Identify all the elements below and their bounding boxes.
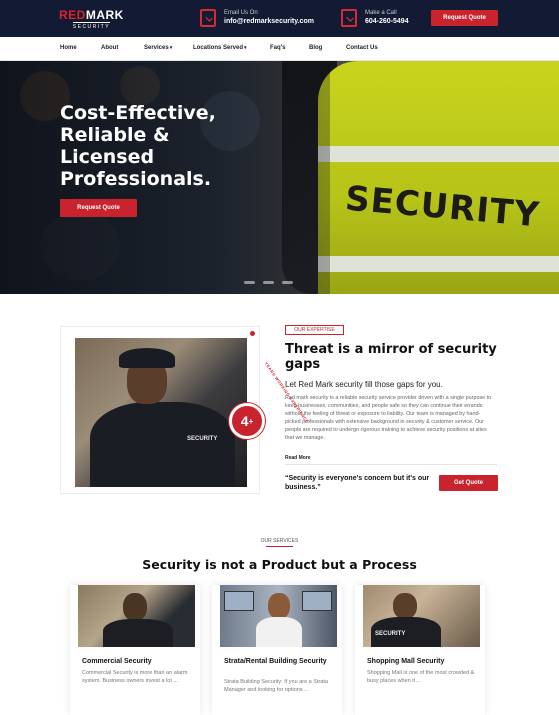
services-section: OUR SERVICES Security is not a Product b… — [0, 294, 559, 715]
nav-label: Home — [60, 45, 77, 51]
chevron-down-icon: ▾ — [244, 45, 247, 51]
brand-logo[interactable]: RED MARK SECURITY — [59, 9, 124, 30]
woman-body — [256, 617, 302, 647]
service-excerpt: Strata Building Security: If you are a S… — [224, 679, 328, 693]
nav-label: Blog — [309, 45, 323, 51]
service-image: SECURITY — [363, 585, 480, 647]
service-excerpt: Shopping Mall is one of the most crowded… — [367, 670, 475, 684]
guard-head — [393, 593, 417, 619]
logo-tagline: SECURITY — [72, 22, 111, 30]
phone-contact[interactable]: Make a Call 604-260-5494 — [341, 9, 409, 27]
service-image — [78, 585, 195, 647]
service-card-commercial[interactable]: Commercial Security Commercial Security … — [70, 585, 200, 715]
security-vest-image — [318, 61, 559, 294]
phone-icon — [341, 9, 357, 27]
nav-item-contact-us[interactable]: Contact Us — [346, 45, 378, 51]
nav-item-blog[interactable]: Blog — [309, 45, 322, 51]
phone-label: Make a Call — [365, 10, 397, 16]
service-excerpt: Commercial Security is more than an alar… — [82, 670, 188, 684]
hero-request-quote-button[interactable]: Request Quote — [60, 199, 137, 217]
service-title[interactable]: Strata/Rental Building Security — [224, 657, 334, 666]
nav-label: Locations Served — [193, 45, 244, 51]
woman-head — [268, 593, 290, 619]
service-image — [220, 585, 337, 647]
nav-label: Faq's — [270, 45, 286, 51]
header-request-quote-button[interactable]: Request Quote — [431, 10, 498, 26]
logo-mark-text: MARK — [85, 8, 124, 22]
nav-item-home[interactable]: Home — [60, 45, 77, 51]
nav-label: Services — [144, 45, 169, 51]
service-card-strata[interactable]: Strata/Rental Building Security Strata B… — [212, 585, 342, 715]
hero-banner: SECURITY Cost-Effective, Reliable & Lice… — [0, 61, 559, 294]
guard-jacket-text: SECURITY — [375, 631, 406, 637]
slider-dot[interactable] — [263, 281, 274, 284]
slider-dots — [244, 281, 293, 284]
main-navigation: Home About Services▾ Locations Served▾ F… — [0, 37, 559, 61]
top-header: RED MARK SECURITY Email Us On info@redmar… — [0, 0, 559, 37]
logo-red-text: RED — [59, 8, 86, 22]
service-title[interactable]: Shopping Mall Security — [367, 657, 477, 666]
vest-reflective-stripe — [318, 256, 559, 272]
eyebrow-underline — [266, 546, 293, 547]
nav-label: About — [101, 45, 119, 51]
guard-head — [123, 593, 147, 621]
guard-body — [103, 619, 173, 647]
phone-value[interactable]: 604-260-5494 — [365, 17, 409, 27]
email-contact[interactable]: Email Us On info@redmarksecurity.com — [200, 9, 314, 27]
monitor-screen — [302, 591, 332, 611]
nav-item-locations-served[interactable]: Locations Served▾ — [193, 45, 247, 51]
email-icon — [200, 9, 216, 27]
email-value[interactable]: info@redmarksecurity.com — [224, 17, 314, 27]
logo-wordmark: RED MARK — [59, 9, 124, 21]
vest-reflective-stripe — [318, 146, 559, 162]
hero-title: Cost-Effective, Reliable & Licensed Prof… — [60, 102, 216, 190]
slider-dot[interactable] — [282, 281, 293, 284]
services-title: Security is not a Product but a Process — [142, 557, 417, 572]
services-eyebrow: OUR SERVICES — [260, 538, 299, 544]
nav-item-about[interactable]: About — [101, 45, 118, 51]
nav-item-services[interactable]: Services▾ — [144, 45, 172, 51]
nav-label: Contact Us — [346, 45, 378, 51]
nav-item-faqs[interactable]: Faq's — [270, 45, 285, 51]
service-title[interactable]: Commercial Security — [82, 657, 192, 666]
slider-dot[interactable] — [244, 281, 255, 284]
email-label: Email Us On — [224, 10, 258, 16]
chevron-down-icon: ▾ — [169, 45, 173, 51]
service-card-shopping-mall[interactable]: SECURITY Shopping Mall Security Shopping… — [355, 585, 485, 715]
monitor-screen — [224, 591, 254, 611]
